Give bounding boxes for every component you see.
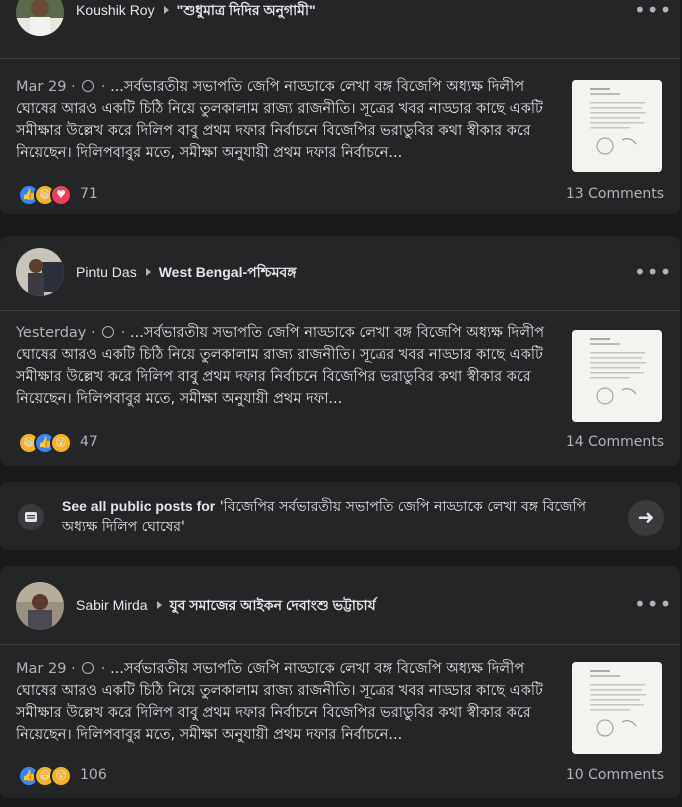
document-image (572, 80, 662, 172)
group-name[interactable]: "শুধুমাত্র দিদির অনুগামী" (177, 2, 316, 18)
author-name[interactable]: Sabir Mirda (76, 597, 148, 613)
reaction-count: 47 (80, 434, 98, 450)
reactions[interactable]: 👍 😆 ♥ 71 (18, 184, 98, 206)
post-card: Sabir Mirda যুব সমাজের আইকন দেবাংশু ভট্টা… (0, 566, 680, 798)
post-card: Koushik Roy "শুধুমাত্র দিদির অনুগামী" •••… (0, 0, 680, 214)
meta-separator: · (116, 325, 131, 341)
see-all-prefix: See all public posts for (62, 498, 216, 514)
more-options-icon[interactable]: ••• (634, 262, 671, 286)
post-header: Sabir Mirda যুব সমাজের আইকন দেবাংশু ভট্টা… (0, 566, 680, 630)
divider (0, 644, 680, 645)
comments-link[interactable]: 13 Comments (566, 184, 664, 204)
document-image (572, 330, 662, 422)
avatar[interactable] (16, 248, 64, 296)
post-snippet[interactable]: Yesterday · · ...সর্বভারতীয় সভাপতি জেপি… (16, 322, 546, 410)
comments-link[interactable]: 14 Comments (566, 432, 664, 452)
meta-separator: · (96, 661, 111, 677)
love-icon: ♥ (50, 184, 72, 206)
reaction-count: 106 (80, 767, 107, 783)
see-all-public-posts[interactable]: See all public posts for 'বিজেপির সর্বভা… (0, 482, 680, 550)
post-author-line: Sabir Mirda যুব সমাজের আইকন দেবাংশু ভট্টা… (76, 595, 376, 616)
post-date: Mar 29 (16, 79, 67, 95)
author-name[interactable]: Pintu Das (76, 264, 137, 280)
avatar-image (16, 0, 64, 36)
group-name[interactable]: যুব সমাজের আইকন দেবাংশু ভট্টাচার্য (170, 597, 376, 613)
arrow-right-icon (145, 268, 151, 276)
avatar[interactable] (16, 0, 64, 36)
post-header: Pintu Das West Bengal-পশ্চিমবঙ্গ ••• (0, 236, 680, 296)
post-card: Pintu Das West Bengal-পশ্চিমবঙ্গ ••• Yest… (0, 236, 680, 466)
author-name[interactable]: Koushik Roy (76, 2, 155, 18)
posts-icon (18, 504, 44, 530)
comments-link[interactable]: 10 Comments (566, 765, 664, 785)
document-image (572, 662, 662, 754)
arrow-right-icon (163, 6, 169, 14)
globe-icon (82, 80, 95, 92)
reactions[interactable]: 😆 👍 😮 47 (18, 432, 98, 454)
see-all-text: See all public posts for 'বিজেপির সর্বভা… (62, 496, 602, 537)
post-date: Mar 29 (16, 661, 67, 677)
group-name[interactable]: West Bengal-পশ্চিমবঙ্গ (159, 264, 297, 280)
post-thumbnail[interactable] (572, 330, 662, 422)
more-options-icon[interactable]: ••• (634, 594, 671, 618)
post-thumbnail[interactable] (572, 662, 662, 754)
meta-separator: · (96, 79, 111, 95)
wow-icon: 😮 (50, 765, 72, 787)
post-thumbnail[interactable] (572, 80, 662, 172)
wow-icon: 😮 (50, 432, 72, 454)
post-snippet[interactable]: Mar 29 · · ...সর্বভারতীয় সভাপতি জেপি না… (16, 658, 546, 746)
post-snippet[interactable]: Mar 29 · · ...সর্বভারতীয় সভাপতি জেপি না… (16, 76, 546, 164)
avatar-image (16, 582, 64, 630)
post-date: Yesterday (16, 325, 87, 341)
divider (0, 58, 680, 59)
post-author-line: Koushik Roy "শুধুমাত্র দিদির অনুগামী" (76, 0, 316, 21)
meta-separator: · (86, 325, 101, 341)
reactions[interactable]: 👍 😆 😮 106 (18, 765, 107, 787)
divider (0, 310, 680, 311)
globe-icon (82, 662, 95, 674)
post-header: Koushik Roy "শুধুমাত্র দিদির অনুগামী" ••• (0, 0, 680, 56)
more-options-icon[interactable]: ••• (634, 0, 671, 24)
arrow-right-icon (156, 601, 162, 609)
meta-separator: · (66, 79, 81, 95)
reaction-count: 71 (80, 186, 98, 202)
arrow-right-button[interactable]: ➜ (628, 500, 664, 536)
meta-separator: · (66, 661, 81, 677)
avatar[interactable] (16, 582, 64, 630)
globe-icon (102, 326, 115, 338)
avatar-image (16, 248, 64, 296)
post-author-line: Pintu Das West Bengal-পশ্চিমবঙ্গ (76, 262, 297, 283)
